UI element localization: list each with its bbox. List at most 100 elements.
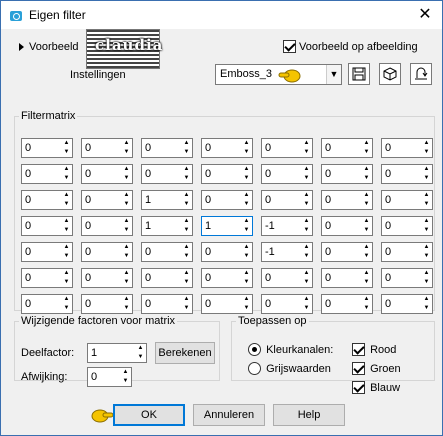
matrix-cell-r3-c1[interactable]: 0 ▲ ▼ bbox=[21, 190, 73, 210]
matrix-cell-r4-c7[interactable]: 0 ▲ ▼ bbox=[381, 216, 433, 236]
matrix-cell-r5-c5[interactable]: -1 ▲ ▼ bbox=[261, 242, 313, 262]
spin-up-icon[interactable]: ▲ bbox=[181, 295, 192, 304]
spinner-buttons[interactable]: ▲ ▼ bbox=[241, 243, 252, 261]
spinner-buttons[interactable]: ▲ ▼ bbox=[241, 165, 252, 183]
spinner-buttons[interactable]: ▲ ▼ bbox=[421, 269, 432, 287]
spinner-buttons[interactable]: ▲ ▼ bbox=[241, 295, 252, 313]
matrix-cell-r5-c7[interactable]: 0 ▲ ▼ bbox=[381, 242, 433, 262]
spin-down-icon[interactable]: ▼ bbox=[241, 304, 252, 313]
spinner-buttons[interactable]: ▲ ▼ bbox=[121, 269, 132, 287]
spinner-buttons[interactable]: ▲ ▼ bbox=[301, 269, 312, 287]
spinner-buttons[interactable]: ▲ ▼ bbox=[361, 191, 372, 209]
preview-toggle[interactable]: Voorbeeld bbox=[19, 41, 79, 53]
matrix-cell-r1-c6[interactable]: 0 ▲ ▼ bbox=[321, 138, 373, 158]
matrix-cell-r2-c7[interactable]: 0 ▲ ▼ bbox=[381, 164, 433, 184]
spin-up-icon[interactable]: ▲ bbox=[241, 191, 252, 200]
spin-up-icon[interactable]: ▲ bbox=[181, 243, 192, 252]
color-channels-option[interactable]: Kleurkanalen: bbox=[248, 343, 333, 356]
spin-up-icon[interactable]: ▲ bbox=[301, 139, 312, 148]
spinner-buttons[interactable]: ▲ ▼ bbox=[241, 191, 252, 209]
spin-down-icon[interactable]: ▼ bbox=[361, 174, 372, 183]
matrix-cell-r1-c1[interactable]: 0 ▲ ▼ bbox=[21, 138, 73, 158]
spin-down-icon[interactable]: ▼ bbox=[135, 353, 146, 362]
spinner-buttons[interactable]: ▲ ▼ bbox=[135, 344, 146, 362]
spinner-buttons[interactable]: ▲ ▼ bbox=[301, 191, 312, 209]
spinner-buttons[interactable]: ▲ ▼ bbox=[61, 165, 72, 183]
spin-down-icon[interactable]: ▼ bbox=[181, 226, 192, 235]
spinner-buttons[interactable]: ▲ ▼ bbox=[181, 217, 192, 235]
red-option[interactable]: Rood bbox=[352, 343, 396, 356]
spin-down-icon[interactable]: ▼ bbox=[421, 226, 432, 235]
ok-button[interactable]: OK bbox=[113, 404, 185, 426]
spin-down-icon[interactable]: ▼ bbox=[61, 304, 72, 313]
spin-up-icon[interactable]: ▲ bbox=[421, 295, 432, 304]
spin-down-icon[interactable]: ▼ bbox=[421, 148, 432, 157]
spinner-buttons[interactable]: ▲ ▼ bbox=[61, 295, 72, 313]
spin-down-icon[interactable]: ▼ bbox=[181, 148, 192, 157]
spin-up-icon[interactable]: ▲ bbox=[61, 165, 72, 174]
matrix-cell-r2-c4[interactable]: 0 ▲ ▼ bbox=[201, 164, 253, 184]
spin-down-icon[interactable]: ▼ bbox=[301, 148, 312, 157]
spin-up-icon[interactable]: ▲ bbox=[61, 217, 72, 226]
spin-up-icon[interactable]: ▲ bbox=[421, 165, 432, 174]
spin-up-icon[interactable]: ▲ bbox=[121, 295, 132, 304]
matrix-cell-r6-c3[interactable]: 0 ▲ ▼ bbox=[141, 268, 193, 288]
spin-down-icon[interactable]: ▼ bbox=[61, 252, 72, 261]
spin-up-icon[interactable]: ▲ bbox=[301, 191, 312, 200]
spinner-buttons[interactable]: ▲ ▼ bbox=[121, 191, 132, 209]
spin-down-icon[interactable]: ▼ bbox=[241, 278, 252, 287]
spinner-buttons[interactable]: ▲ ▼ bbox=[361, 165, 372, 183]
spinner-buttons[interactable]: ▲ ▼ bbox=[421, 243, 432, 261]
color-channels-radio[interactable] bbox=[248, 343, 261, 356]
spin-up-icon[interactable]: ▲ bbox=[301, 269, 312, 278]
matrix-cell-r5-c6[interactable]: 0 ▲ ▼ bbox=[321, 242, 373, 262]
spin-up-icon[interactable]: ▲ bbox=[301, 165, 312, 174]
spinner-buttons[interactable]: ▲ ▼ bbox=[301, 165, 312, 183]
matrix-cell-r6-c5[interactable]: 0 ▲ ▼ bbox=[261, 268, 313, 288]
spin-down-icon[interactable]: ▼ bbox=[421, 252, 432, 261]
spinner-buttons[interactable]: ▲ ▼ bbox=[421, 191, 432, 209]
matrix-cell-r3-c7[interactable]: 0 ▲ ▼ bbox=[381, 190, 433, 210]
spin-down-icon[interactable]: ▼ bbox=[61, 226, 72, 235]
spinner-buttons[interactable]: ▲ ▼ bbox=[120, 368, 131, 386]
spin-up-icon[interactable]: ▲ bbox=[121, 243, 132, 252]
matrix-cell-r2-c5[interactable]: 0 ▲ ▼ bbox=[261, 164, 313, 184]
spin-down-icon[interactable]: ▼ bbox=[181, 200, 192, 209]
spinner-buttons[interactable]: ▲ ▼ bbox=[301, 243, 312, 261]
spin-down-icon[interactable]: ▼ bbox=[361, 304, 372, 313]
matrix-cell-r3-c2[interactable]: 0 ▲ ▼ bbox=[81, 190, 133, 210]
spin-up-icon[interactable]: ▲ bbox=[241, 295, 252, 304]
spin-up-icon[interactable]: ▲ bbox=[121, 165, 132, 174]
help-button[interactable]: Help bbox=[273, 404, 345, 426]
grayscale-radio[interactable] bbox=[248, 362, 261, 375]
spin-up-icon[interactable]: ▲ bbox=[61, 269, 72, 278]
spin-up-icon[interactable]: ▲ bbox=[121, 139, 132, 148]
bias-spinner[interactable]: 0 ▲ ▼ bbox=[87, 367, 132, 387]
matrix-cell-r2-c3[interactable]: 0 ▲ ▼ bbox=[141, 164, 193, 184]
spin-up-icon[interactable]: ▲ bbox=[421, 139, 432, 148]
spin-up-icon[interactable]: ▲ bbox=[361, 295, 372, 304]
spin-down-icon[interactable]: ▼ bbox=[301, 226, 312, 235]
spin-down-icon[interactable]: ▼ bbox=[301, 252, 312, 261]
spin-up-icon[interactable]: ▲ bbox=[61, 139, 72, 148]
spin-up-icon[interactable]: ▲ bbox=[241, 139, 252, 148]
matrix-cell-r6-c4[interactable]: 0 ▲ ▼ bbox=[201, 268, 253, 288]
matrix-cell-r7-c1[interactable]: 0 ▲ ▼ bbox=[21, 294, 73, 314]
spinner-buttons[interactable]: ▲ ▼ bbox=[301, 217, 312, 235]
spin-up-icon[interactable]: ▲ bbox=[61, 295, 72, 304]
spin-down-icon[interactable]: ▼ bbox=[301, 200, 312, 209]
green-option[interactable]: Groen bbox=[352, 362, 401, 375]
blue-checkbox[interactable] bbox=[352, 381, 365, 394]
spin-down-icon[interactable]: ▼ bbox=[121, 278, 132, 287]
blue-option[interactable]: Blauw bbox=[352, 381, 400, 394]
matrix-cell-r6-c6[interactable]: 0 ▲ ▼ bbox=[321, 268, 373, 288]
spin-up-icon[interactable]: ▲ bbox=[361, 165, 372, 174]
spin-up-icon[interactable]: ▲ bbox=[301, 243, 312, 252]
spin-down-icon[interactable]: ▼ bbox=[421, 278, 432, 287]
spin-up-icon[interactable]: ▲ bbox=[181, 165, 192, 174]
divisor-spinner[interactable]: 1 ▲ ▼ bbox=[87, 343, 147, 363]
spin-up-icon[interactable]: ▲ bbox=[181, 269, 192, 278]
spinner-buttons[interactable]: ▲ ▼ bbox=[421, 165, 432, 183]
spin-up-icon[interactable]: ▲ bbox=[421, 243, 432, 252]
matrix-cell-r1-c5[interactable]: 0 ▲ ▼ bbox=[261, 138, 313, 158]
